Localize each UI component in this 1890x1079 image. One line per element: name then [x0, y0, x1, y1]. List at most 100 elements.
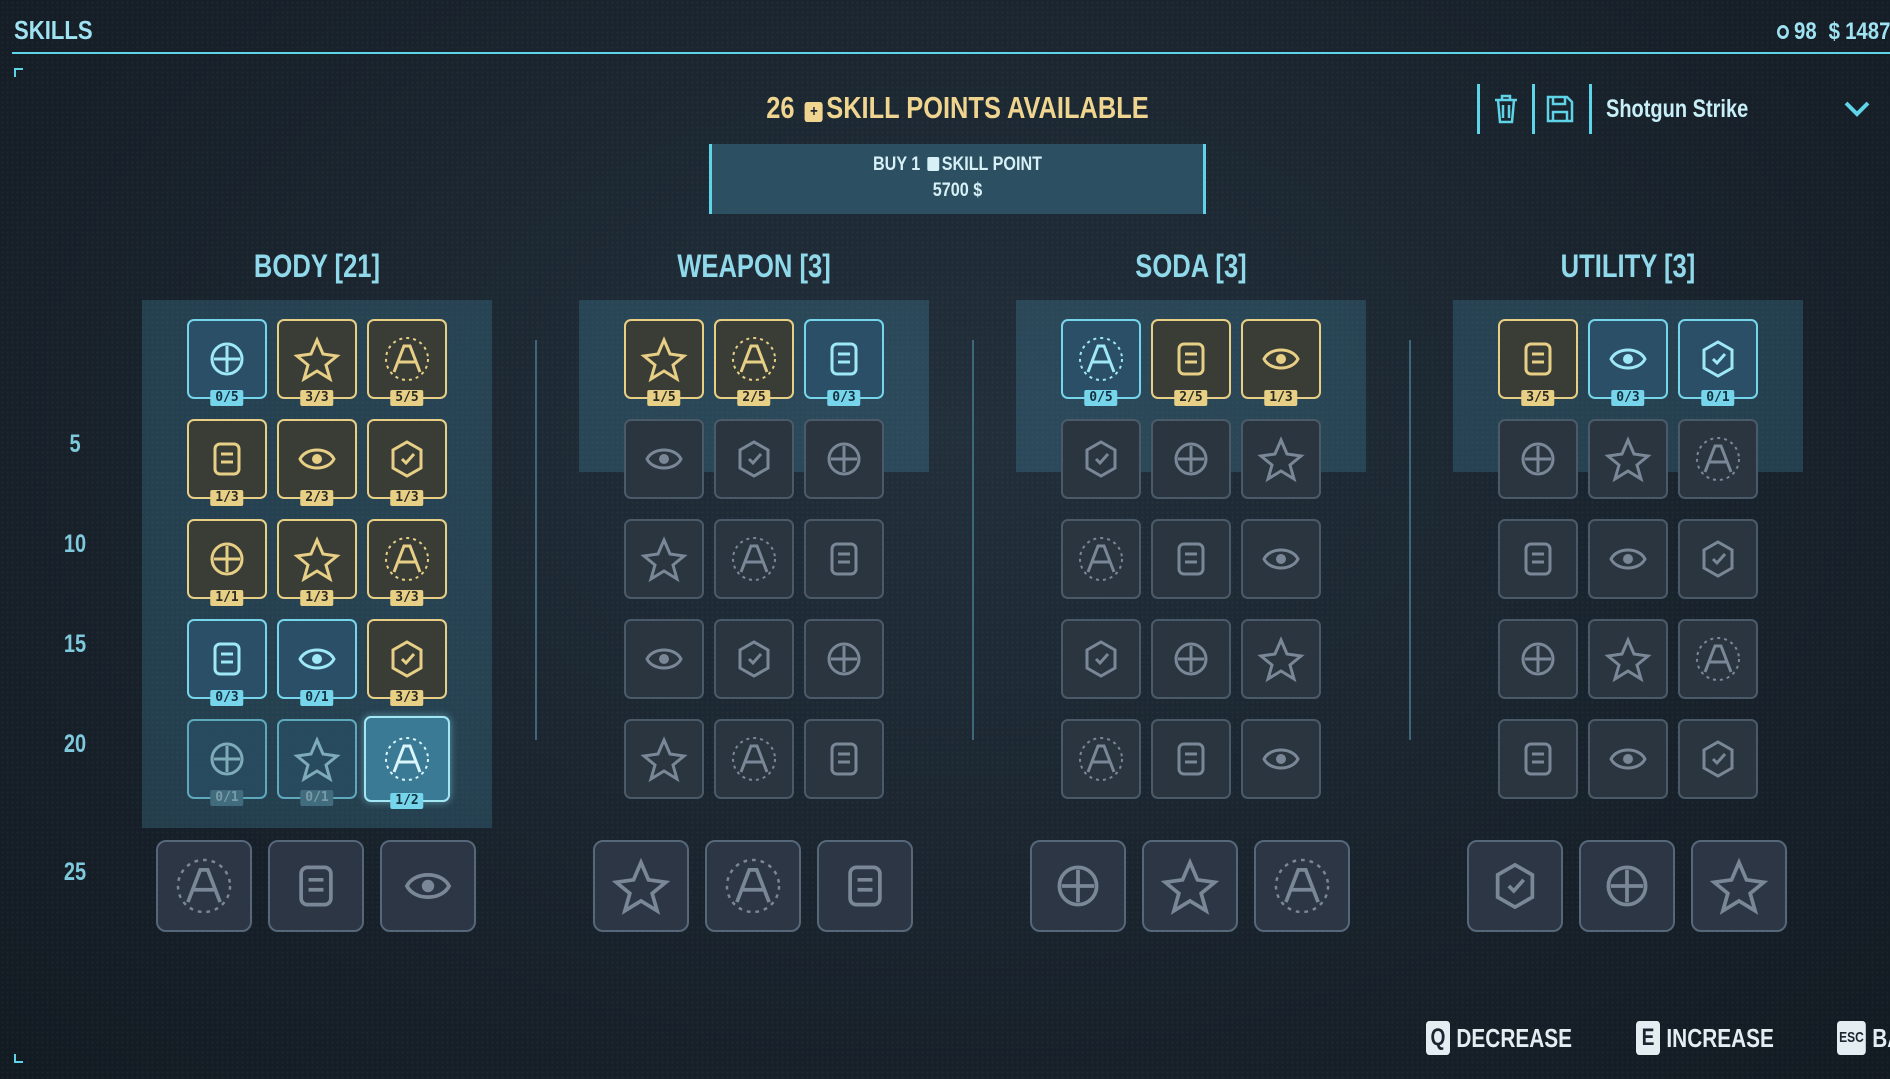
skill-tile[interactable]: [1061, 419, 1141, 499]
skill-tile[interactable]: [1678, 519, 1758, 599]
skill-tile[interactable]: [1678, 419, 1758, 499]
capstone-skill[interactable]: [1254, 840, 1350, 932]
decrease-hint[interactable]: Q DECREASE: [1426, 1021, 1572, 1055]
skill-tile[interactable]: [714, 519, 794, 599]
skill-tile[interactable]: [1678, 619, 1758, 699]
capstone-skill[interactable]: [593, 840, 689, 932]
skill-tile[interactable]: 3/5: [1498, 319, 1578, 406]
skill-tile[interactable]: 1/2: [364, 716, 450, 809]
skill-tile[interactable]: 3/3: [277, 319, 357, 406]
capstone-skill[interactable]: [1142, 840, 1238, 932]
skill-tile[interactable]: 0/1: [187, 719, 267, 806]
skill-tile[interactable]: [714, 419, 794, 499]
skill-rank-badge: 0/3: [827, 390, 861, 406]
skill-tile[interactable]: 0/5: [187, 319, 267, 406]
skill-tile[interactable]: 1/3: [367, 419, 447, 506]
skill-tile[interactable]: [804, 619, 884, 699]
skill-tile[interactable]: [1498, 719, 1578, 799]
skill-tile[interactable]: 0/3: [1588, 319, 1668, 406]
skill-tile[interactable]: 2/5: [714, 319, 794, 406]
skill-tile[interactable]: [1588, 419, 1668, 499]
skill-rank-badge: 1/5: [647, 390, 681, 406]
skill-tile[interactable]: 0/1: [277, 719, 357, 806]
capstone-skill[interactable]: [705, 840, 801, 932]
open-can-icon: [1177, 342, 1205, 376]
skill-tile[interactable]: [624, 519, 704, 599]
key-e: E: [1636, 1021, 1661, 1055]
capstone-skill[interactable]: [268, 840, 364, 932]
skill-tile[interactable]: 0/5: [1061, 319, 1141, 406]
capstone-skill[interactable]: [817, 840, 913, 932]
skill-tile[interactable]: [804, 519, 884, 599]
skill-point-icon: +: [804, 102, 823, 122]
skill-tile[interactable]: [714, 719, 794, 799]
skill-tile[interactable]: [1061, 519, 1141, 599]
skill-tile[interactable]: 2/5: [1151, 319, 1231, 406]
revolver-icon: [732, 337, 776, 381]
skill-tile[interactable]: 1/3: [1241, 319, 1321, 406]
level-marker: 20: [63, 730, 87, 758]
skill-tile[interactable]: [1241, 519, 1321, 599]
capstone-skill[interactable]: [1030, 840, 1126, 932]
skill-tile[interactable]: [1498, 419, 1578, 499]
skill-tile[interactable]: [624, 719, 704, 799]
top-bar: SKILLS 98 $ 1487: [0, 0, 1890, 54]
skill-tile[interactable]: [624, 619, 704, 699]
skill-tile[interactable]: [1151, 719, 1231, 799]
capstone-skill[interactable]: [380, 840, 476, 932]
skill-tile[interactable]: 2/3: [277, 419, 357, 506]
skill-tile[interactable]: [1151, 519, 1231, 599]
loadout-dropdown[interactable]: Shotgun Strike: [1589, 84, 1889, 134]
skill-tile[interactable]: 3/3: [367, 619, 447, 706]
skill-tile[interactable]: [1241, 419, 1321, 499]
skill-tile[interactable]: [1588, 519, 1668, 599]
back-hint[interactable]: ESC BACK: [1836, 1021, 1890, 1055]
skill-tile[interactable]: [1151, 419, 1231, 499]
skill-tile[interactable]: 0/1: [277, 619, 357, 706]
skill-tile[interactable]: [1588, 619, 1668, 699]
orbit-bullet-icon: [848, 865, 882, 907]
skill-tile[interactable]: [1061, 619, 1141, 699]
heart-icon: [385, 337, 429, 381]
skill-tile[interactable]: [1241, 719, 1321, 799]
skill-tile[interactable]: 0/3: [187, 619, 267, 706]
skill-tile[interactable]: [1151, 619, 1231, 699]
skill-tile[interactable]: 0/1: [1678, 319, 1758, 406]
skill-tile[interactable]: 0/3: [804, 319, 884, 406]
skill-tile[interactable]: [624, 419, 704, 499]
skill-tile[interactable]: [1498, 519, 1578, 599]
capstone-skill[interactable]: [1467, 840, 1563, 932]
increase-hint[interactable]: E INCREASE: [1636, 1021, 1774, 1055]
dice-icon: [1257, 436, 1305, 483]
crosshair-icon: [738, 440, 770, 478]
skill-tile[interactable]: 1/1: [187, 519, 267, 606]
skill-tile[interactable]: 3/3: [367, 519, 447, 606]
explosion-icon: [640, 736, 688, 783]
save-loadout-button[interactable]: [1537, 84, 1583, 134]
capstone-skill[interactable]: [156, 840, 252, 932]
skill-tile[interactable]: [804, 719, 884, 799]
delete-loadout-button[interactable]: [1483, 84, 1529, 134]
skill-tile[interactable]: 1/5: [624, 319, 704, 406]
skill-tile[interactable]: 5/5: [367, 319, 447, 406]
skill-tile[interactable]: [1498, 619, 1578, 699]
skill-tile[interactable]: 1/3: [277, 519, 357, 606]
can-burst-icon: [1079, 337, 1123, 381]
biohazard-icon: [1609, 348, 1647, 370]
skill-tile[interactable]: [804, 419, 884, 499]
gear-can-icon: [1174, 642, 1208, 676]
skill-tile[interactable]: [1241, 619, 1321, 699]
capstone-skill[interactable]: [1691, 840, 1787, 932]
rabbit-icon: [391, 440, 423, 478]
skill-tile[interactable]: [714, 619, 794, 699]
buy-skill-point-button[interactable]: BUY 1 SKILL POINT 5700 $: [709, 144, 1206, 214]
floppy-disk-icon: [1546, 95, 1574, 123]
skill-tile[interactable]: [1061, 719, 1141, 799]
skill-tile[interactable]: [1588, 719, 1668, 799]
capstone-skill[interactable]: [1579, 840, 1675, 932]
skill-tile[interactable]: 1/3: [187, 419, 267, 506]
skill-tile[interactable]: [1678, 719, 1758, 799]
increase-label: INCREASE: [1666, 1022, 1775, 1053]
skill-rank-badge: 1/3: [210, 490, 244, 506]
skill-rank-badge: 0/1: [300, 690, 334, 706]
